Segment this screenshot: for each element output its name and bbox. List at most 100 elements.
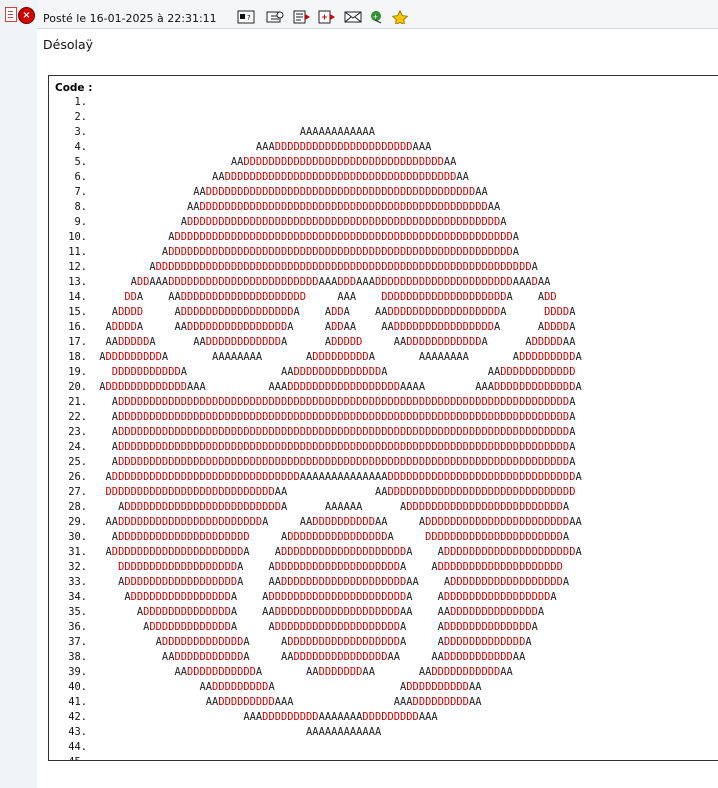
code-line: 44. xyxy=(49,740,582,755)
quote-icon[interactable] xyxy=(266,10,284,24)
ascii-art-line: ADDDDDDDDDDDDDDDDDDDDDDDDDDDDDDDDDDDDDDD… xyxy=(111,396,576,408)
code-line: 10. ADDDDDDDDDDDDDDDDDDDDDDDDDDDDDDDDDDD… xyxy=(49,230,582,245)
code-line: 28. ADDDDDDDDDDDDDDDDDDDDDDDDDA AAAAAA A… xyxy=(49,500,582,515)
code-line: 16. ADDDDA AADDDDDDDDDDDDDDDDA ADDAA AAD… xyxy=(49,320,582,335)
ascii-art-line: AADDDDDDDDDDDDDDDDDDDDDDDA AADDDDDDDDDDA… xyxy=(105,516,582,528)
code-line: 31. ADDDDDDDDDDDDDDDDDDDDDA ADDDDDDDDDDD… xyxy=(49,545,582,560)
code-line: 32. DDDDDDDDDDDDDDDDDDDA ADDDDDDDDDDDDDD… xyxy=(49,560,582,575)
line-number: 30. xyxy=(68,531,87,543)
code-block: Code : 1. 2. 3. AAAAAAAAAAAA 4. AAADDDDDD… xyxy=(48,75,718,761)
line-number: 42. xyxy=(68,711,87,723)
ascii-art-line: AADDDDDA AADDDDDDDDDDDDA ADDDDD AADDDDDD… xyxy=(105,336,576,348)
line-number: 2. xyxy=(74,111,87,123)
line-number: 22. xyxy=(68,411,87,423)
code-line: 36. ADDDDDDDDDDDDDA ADDDDDDDDDDDDDDDDDDD… xyxy=(49,620,582,635)
ascii-art-line: ADDDDDDDDDDDDDDDDDDDDD ADDDDDDDDDDDDDDDD… xyxy=(111,531,570,543)
line-number: 35. xyxy=(68,606,87,618)
ascii-art-line: ADDDDDDDDDDDDDDDDA ADDDDDDDDDDDDDDDDDDDD… xyxy=(124,591,557,603)
code-lines: 1. 2. 3. AAAAAAAAAAAA 4. AAADDDDDDDDDDDDD… xyxy=(49,95,582,760)
line-number: 18. xyxy=(68,351,87,363)
add-icon[interactable] xyxy=(318,10,336,24)
code-line: 3. AAAAAAAAAAAA xyxy=(49,125,582,140)
line-number: 25. xyxy=(68,456,87,468)
line-number: 10. xyxy=(68,231,87,243)
post-document-icon[interactable] xyxy=(5,7,17,22)
line-number: 44. xyxy=(68,741,87,753)
ascii-art-line: ADDDDDDDDDDDDDDA AADDDDDDDDDDDDDDDDDDDDA… xyxy=(136,606,545,618)
code-line: 14. DDA AADDDDDDDDDDDDDDDDDDDD AAA DDDDD… xyxy=(49,290,582,305)
line-number: 17. xyxy=(68,336,87,348)
line-number: 40. xyxy=(68,681,87,693)
line-number: 3. xyxy=(74,126,87,138)
line-number: 20. xyxy=(68,381,87,393)
line-number: 28. xyxy=(68,501,87,513)
code-line: 42. AAADDDDDDDDDAAAAAAADDDDDDDDDAAA xyxy=(49,710,582,725)
code-line: 30. ADDDDDDDDDDDDDDDDDDDDD ADDDDDDDDDDDD… xyxy=(49,530,582,545)
line-number: 45. xyxy=(49,755,87,760)
code-line: 17. AADDDDDA AADDDDDDDDDDDDA ADDDDD AADD… xyxy=(49,335,582,350)
ascii-art-line: ADDDDDDDDDDDDDDDDDDDDDDDDDDDDDDDDDDDDDDD… xyxy=(161,246,520,258)
line-number: 13. xyxy=(68,276,87,288)
profile-icon[interactable]: ? xyxy=(237,10,255,24)
ascii-art-line: ADDDDDDDDDDDDDDDDDDDDDDDDDDDDDDDDDDDDDDD… xyxy=(168,231,520,243)
ascii-art-line: ADDDDDDDDDDDDDDDDDDA AADDDDDDDDDDDDDDDDD… xyxy=(118,576,570,588)
alert-icon[interactable]: + xyxy=(369,10,387,24)
alert-icon[interactable]: × xyxy=(18,7,35,24)
code-line: 5. AADDDDDDDDDDDDDDDDDDDDDDDDDDDDDDDDAA xyxy=(49,155,582,170)
code-line: 24. ADDDDDDDDDDDDDDDDDDDDDDDDDDDDDDDDDDD… xyxy=(49,440,582,455)
code-line: 4. AAADDDDDDDDDDDDDDDDDDDDDDAAA xyxy=(49,140,582,155)
line-number: 7. xyxy=(74,186,87,198)
ascii-art-line: ADDDDDDDDDDDDDAAA AAADDDDDDDDDDDDDDDDDDA… xyxy=(99,381,582,393)
code-line: 1. xyxy=(49,95,582,110)
ascii-art-line: ADDDD ADDDDDDDDDDDDDDDDDDA ADDA AADDDDDD… xyxy=(111,306,576,318)
code-line: 12. ADDDDDDDDDDDDDDDDDDDDDDDDDDDDDDDDDDD… xyxy=(49,260,582,275)
code-line: 41. AADDDDDDDDDAAA AAADDDDDDDDDAA xyxy=(49,695,582,710)
line-number: 11. xyxy=(68,246,87,258)
code-line: 13. ADDAAADDDDDDDDDDDDDDDDDDDDDDDDAAADDD… xyxy=(49,275,582,290)
line-number: 15. xyxy=(68,306,87,318)
ascii-art-line xyxy=(93,95,337,110)
line-number: 37. xyxy=(68,636,87,648)
ascii-art-line: DDDDDDDDDDDDDDDDDDDDDDDDDDDAA AADDDDDDDD… xyxy=(105,486,576,498)
ascii-art-line: AAADDDDDDDDDAAAAAAADDDDDDDDDAAA xyxy=(243,711,438,723)
line-number: 24. xyxy=(68,441,87,453)
line-number: 29. xyxy=(68,516,87,528)
ascii-art-line: ADDDDDDDDDDDDDDDDDDDDDDDDDDDDDDDDDDDDDDD… xyxy=(111,441,576,453)
line-number: 5. xyxy=(74,156,87,168)
code-line: 35. ADDDDDDDDDDDDDDA AADDDDDDDDDDDDDDDDD… xyxy=(49,605,582,620)
line-number: 38. xyxy=(68,651,87,663)
email-icon[interactable] xyxy=(344,10,362,24)
code-line: 38. AADDDDDDDDDDDA AADDDDDDDDDDDDDDDAA A… xyxy=(49,650,582,665)
ascii-art-line: AADDDDDDDDDDDDDDDDDDDDDDDDDDDDDDDDDDDDDD… xyxy=(193,186,488,198)
ascii-art-line: DDDDDDDDDDDA AADDDDDDDDDDDDDDA AADDDDDDD… xyxy=(111,366,576,378)
line-number: 31. xyxy=(68,546,87,558)
ascii-art-line: ADDDDDDDDDDDDDDDDDDDDDDDDDDDDDDAAAAAAAAA… xyxy=(105,471,582,483)
code-line: 29. AADDDDDDDDDDDDDDDDDDDDDDDA AADDDDDDD… xyxy=(49,515,582,530)
code-line: 20. ADDDDDDDDDDDDDAAA AAADDDDDDDDDDDDDDD… xyxy=(49,380,582,395)
line-number: 4. xyxy=(74,141,87,153)
user-sidebar: × xyxy=(0,0,38,788)
line-number: 26. xyxy=(68,471,87,483)
ascii-art-line: AADDDDDDDDDDDDDDDDDDDDDDDDDDDDDDDDAA xyxy=(230,156,457,168)
line-number: 19. xyxy=(68,366,87,378)
svg-text:+: + xyxy=(373,13,379,21)
code-line: 25. ADDDDDDDDDDDDDDDDDDDDDDDDDDDDDDDDDDD… xyxy=(49,455,582,470)
ascii-art-line: ADDDDDDDDDDDDDA ADDDDDDDDDDDDDDDDDDDDA A… xyxy=(143,621,538,633)
edit-icon[interactable] xyxy=(293,10,311,24)
post-content: Désolaÿ Code : 1. 2. 3. AAAAAAAAAAAA 4. A… xyxy=(37,29,718,788)
ascii-art-line: AADDDDDDDDDDDDDDDDDDDDDDDDDDDDDDDDDDDDDD… xyxy=(186,201,501,213)
code-line: 7. AADDDDDDDDDDDDDDDDDDDDDDDDDDDDDDDDDDD… xyxy=(49,185,582,200)
favorite-star-icon[interactable] xyxy=(391,10,409,24)
line-number: 39. xyxy=(68,666,87,678)
ascii-art-line: ADDAAADDDDDDDDDDDDDDDDDDDDDDDDAAADDDAAAD… xyxy=(130,276,551,288)
post-header: Posté le 16-01-2025 à 22:31:11 ? + xyxy=(37,0,718,29)
code-line: 40. AADDDDDDDDDA ADDDDDDDDDDAA xyxy=(49,680,582,695)
ascii-art-line: ADDDDDDDDDDDDDDDDDDDDDDDDDDDDDDDDDDDDDDD… xyxy=(111,426,576,438)
line-number: 43. xyxy=(68,726,87,738)
line-number: 32. xyxy=(68,561,87,573)
line-number: 6. xyxy=(74,171,87,183)
ascii-art-line: ADDDDDDDDDA AAAAAAAA ADDDDDDDDDA AAAAAAA… xyxy=(99,351,582,363)
ascii-art-line: ADDDDDDDDDDDDDDDDDDDDDDDDDDDDDDDDDDDDDDD… xyxy=(180,216,507,228)
code-line: 23. ADDDDDDDDDDDDDDDDDDDDDDDDDDDDDDDDDDD… xyxy=(49,425,582,440)
ascii-art-line: DDDDDDDDDDDDDDDDDDDA ADDDDDDDDDDDDDDDDDD… xyxy=(118,561,563,573)
